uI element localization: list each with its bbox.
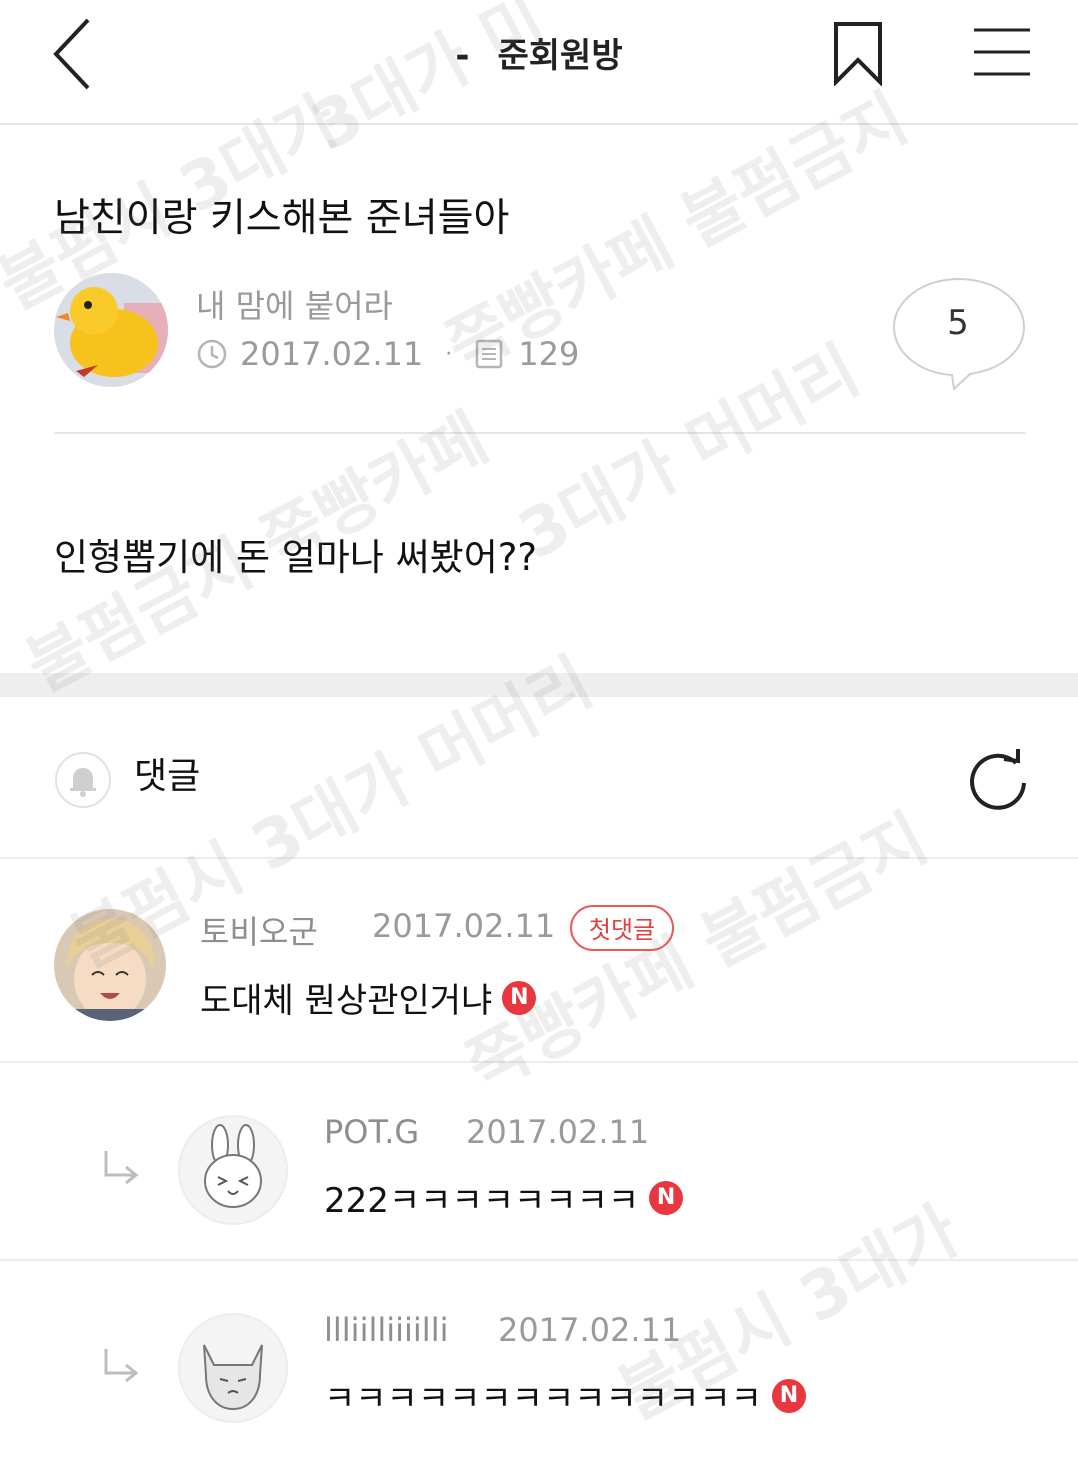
post-title: 남친이랑 키스해본 준녀들아 bbox=[54, 196, 510, 241]
post-divider bbox=[54, 432, 1026, 434]
bookmark-icon[interactable] bbox=[832, 20, 884, 86]
top-bar: - 준회원방 bbox=[0, 0, 1078, 125]
commenter-name[interactable]: 토비오군 bbox=[200, 907, 318, 953]
anime-boy-avatar-icon bbox=[54, 909, 166, 1021]
reply-arrow-icon bbox=[104, 1349, 139, 1383]
comment-count[interactable]: 5 bbox=[890, 303, 1026, 343]
section-gap bbox=[0, 673, 1078, 697]
commenter-name[interactable]: llliilliiiilli bbox=[324, 1311, 448, 1349]
author-name[interactable]: 내 맘에 붙어라 bbox=[196, 281, 393, 327]
commenter-avatar[interactable] bbox=[54, 909, 166, 1021]
post-body: 인형뽑기에 돈 얼마나 써봤어?? bbox=[54, 536, 538, 579]
hamburger-menu-icon[interactable] bbox=[972, 22, 1032, 82]
comment-text-wrap: 도대체 뭔상관인거냐 N bbox=[200, 973, 537, 1022]
comment-text: 222ㅋㅋㅋㅋㅋㅋㅋㅋ bbox=[324, 1181, 640, 1221]
bunny-avatar-icon bbox=[180, 1117, 286, 1223]
post-meta: 2017.02.11 · 129 bbox=[196, 335, 579, 373]
comment-text: ㅋㅋㅋㅋㅋㅋㅋㅋㅋㅋㅋㅋㅋㅋ bbox=[324, 1379, 762, 1419]
first-comment-badge: 첫댓글 bbox=[570, 905, 674, 951]
title-dash: - bbox=[455, 36, 470, 76]
cat-avatar-icon bbox=[180, 1315, 286, 1421]
refresh-icon[interactable] bbox=[964, 745, 1032, 813]
comment-date: 2017.02.11 bbox=[498, 1311, 682, 1349]
post-date: 2017.02.11 bbox=[240, 335, 424, 373]
clock-icon bbox=[197, 339, 227, 369]
post-section: 남친이랑 키스해본 준녀들아 내 맘에 붙어라 2017.02.11 · 129 bbox=[0, 125, 1078, 673]
comment-text: 도대체 뭔상관인거냐 bbox=[200, 981, 493, 1021]
commenter-avatar[interactable] bbox=[178, 1115, 288, 1225]
reply-arrow-icon bbox=[104, 1151, 139, 1185]
new-badge: N bbox=[502, 980, 537, 1015]
comment-text-wrap: 222ㅋㅋㅋㅋㅋㅋㅋㅋ N bbox=[324, 1173, 684, 1222]
view-count: 129 bbox=[518, 335, 580, 373]
new-badge: N bbox=[649, 1180, 684, 1215]
commenter-name[interactable]: POT.G bbox=[324, 1113, 419, 1151]
comments-label: 댓글 bbox=[134, 756, 201, 797]
views-document-icon bbox=[475, 339, 503, 369]
bell-icon[interactable] bbox=[54, 751, 112, 809]
comment-date: 2017.02.11 bbox=[372, 907, 556, 945]
meta-separator: · bbox=[445, 341, 453, 367]
comment-row: 토비오군 2017.02.11 첫댓글 도대체 뭔상관인거냐 N bbox=[0, 859, 1078, 1063]
reply-row: llliilliiiilli 2017.02.11 ㅋㅋㅋㅋㅋㅋㅋㅋㅋㅋㅋㅋㅋㅋ… bbox=[0, 1261, 1078, 1468]
comment-date: 2017.02.11 bbox=[466, 1113, 650, 1151]
reply-row: POT.G 2017.02.11 222ㅋㅋㅋㅋㅋㅋㅋㅋ N bbox=[0, 1063, 1078, 1261]
new-badge: N bbox=[771, 1378, 806, 1413]
author-avatar[interactable] bbox=[54, 273, 168, 387]
duck-avatar-icon bbox=[54, 273, 168, 387]
page-title: - 준회원방 bbox=[0, 28, 1078, 77]
comments-header: 댓글 bbox=[0, 697, 1078, 859]
board-name: 준회원방 bbox=[497, 36, 623, 76]
commenter-avatar[interactable] bbox=[178, 1313, 288, 1423]
comment-text-wrap: ㅋㅋㅋㅋㅋㅋㅋㅋㅋㅋㅋㅋㅋㅋ N bbox=[324, 1371, 806, 1420]
